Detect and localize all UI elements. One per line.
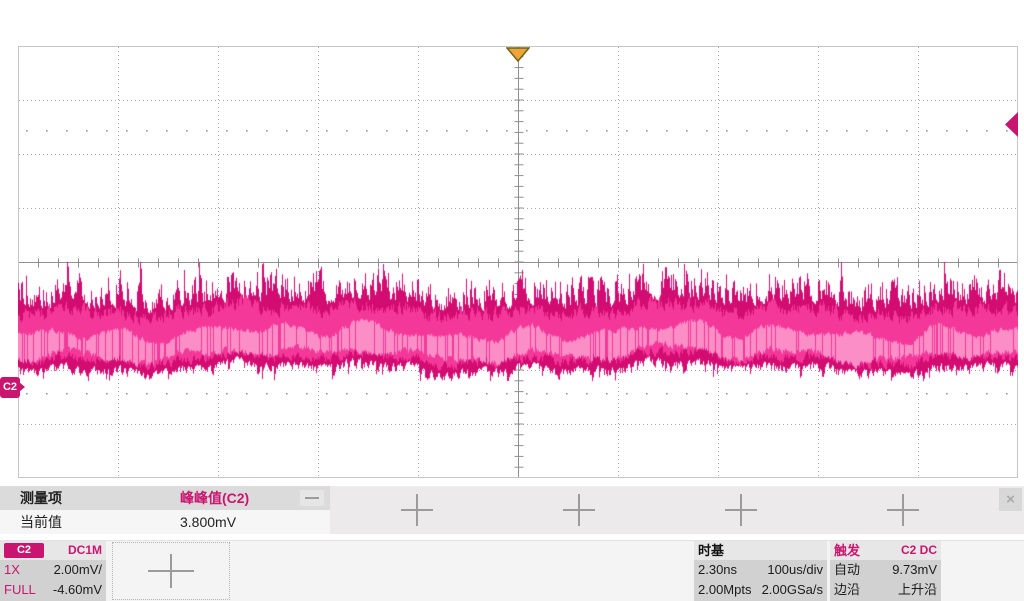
- channel2-coupling: DC1M: [68, 541, 102, 560]
- oscilloscope-screen: C2 测量项 峰峰值(C2) 当前值 3.800mV × C2 DC1M: [0, 0, 1024, 600]
- add-measurement-slot[interactable]: [387, 486, 447, 534]
- trigger-position-marker[interactable]: [506, 47, 530, 62]
- channel2-settings: 1X 2.00mV/ FULL -4.60mV: [0, 560, 106, 601]
- channel2-box[interactable]: C2 DC1M 1X 2.00mV/ FULL -4.60mV: [0, 541, 106, 601]
- timebase-settings: 2.30ns 100us/div 2.00Mpts 2.00GSa/s: [694, 560, 827, 601]
- timebase-memory-depth: 2.00Mpts: [698, 580, 751, 600]
- trigger-slope: 上升沿: [898, 580, 937, 600]
- trigger-settings: 自动 9.73mV 边沿 上升沿: [830, 560, 941, 601]
- channel2-ground-marker[interactable]: C2: [0, 377, 20, 398]
- measurement-value: 3.800mV: [180, 514, 300, 530]
- trigger-box[interactable]: 触发 C2 DC 自动 9.73mV 边沿 上升沿: [830, 541, 941, 601]
- measurement-type-label[interactable]: 峰峰值(C2): [180, 488, 300, 508]
- collapse-measurement-icon[interactable]: [300, 490, 324, 506]
- plus-icon: [401, 494, 433, 526]
- trigger-mode: 自动: [834, 560, 860, 580]
- measurement-table[interactable]: 测量项 峰峰值(C2) 当前值 3.800mV: [0, 486, 330, 534]
- channel2-trace: [18, 46, 1018, 478]
- measurement-item-header: 测量项: [20, 488, 180, 508]
- trigger-source: C2 DC: [901, 541, 937, 560]
- trigger-type: 边沿: [834, 580, 860, 600]
- add-measurement-slot[interactable]: [549, 486, 609, 534]
- plus-icon: [887, 494, 919, 526]
- channel2-offset: -4.60mV: [53, 580, 102, 600]
- timebase-box[interactable]: 时基 2.30ns 100us/div 2.00Mpts 2.00GSa/s: [694, 541, 827, 601]
- plus-icon: [148, 554, 194, 588]
- trigger-title: 触发: [834, 541, 860, 560]
- channel2-bandwidth: FULL: [4, 580, 36, 600]
- trigger-level-marker[interactable]: [1004, 111, 1019, 138]
- channel2-volts-per-div: 2.00mV/: [54, 560, 102, 580]
- close-measurement-bar-button[interactable]: ×: [999, 488, 1022, 511]
- measurement-value-row: 当前值 3.800mV: [0, 510, 330, 534]
- timebase-header: 时基: [694, 541, 827, 560]
- channel2-probe: 1X: [4, 560, 20, 580]
- timebase-sample-rate: 2.00GSa/s: [762, 580, 823, 600]
- channel2-badge[interactable]: C2: [4, 543, 44, 558]
- status-bar: C2 DC1M 1X 2.00mV/ FULL -4.60mV 时基: [0, 540, 1024, 601]
- timebase-delay: 2.30ns: [698, 560, 737, 580]
- add-measurement-slot[interactable]: [873, 486, 933, 534]
- channel2-header: C2 DC1M: [0, 541, 106, 560]
- measurement-header-row: 测量项 峰峰值(C2): [0, 486, 330, 510]
- measurement-bar: 测量项 峰峰值(C2) 当前值 3.800mV ×: [0, 486, 1024, 534]
- timebase-time-per-div: 100us/div: [767, 560, 823, 580]
- add-channel-button[interactable]: [112, 542, 230, 600]
- trigger-level: 9.73mV: [892, 560, 937, 580]
- plus-icon: [563, 494, 595, 526]
- waveform-display[interactable]: [18, 46, 1018, 478]
- timebase-title: 时基: [698, 541, 724, 560]
- add-measurement-slot[interactable]: [711, 486, 771, 534]
- measurement-current-label: 当前值: [20, 512, 180, 532]
- plus-icon: [725, 494, 757, 526]
- trigger-header: 触发 C2 DC: [830, 541, 941, 560]
